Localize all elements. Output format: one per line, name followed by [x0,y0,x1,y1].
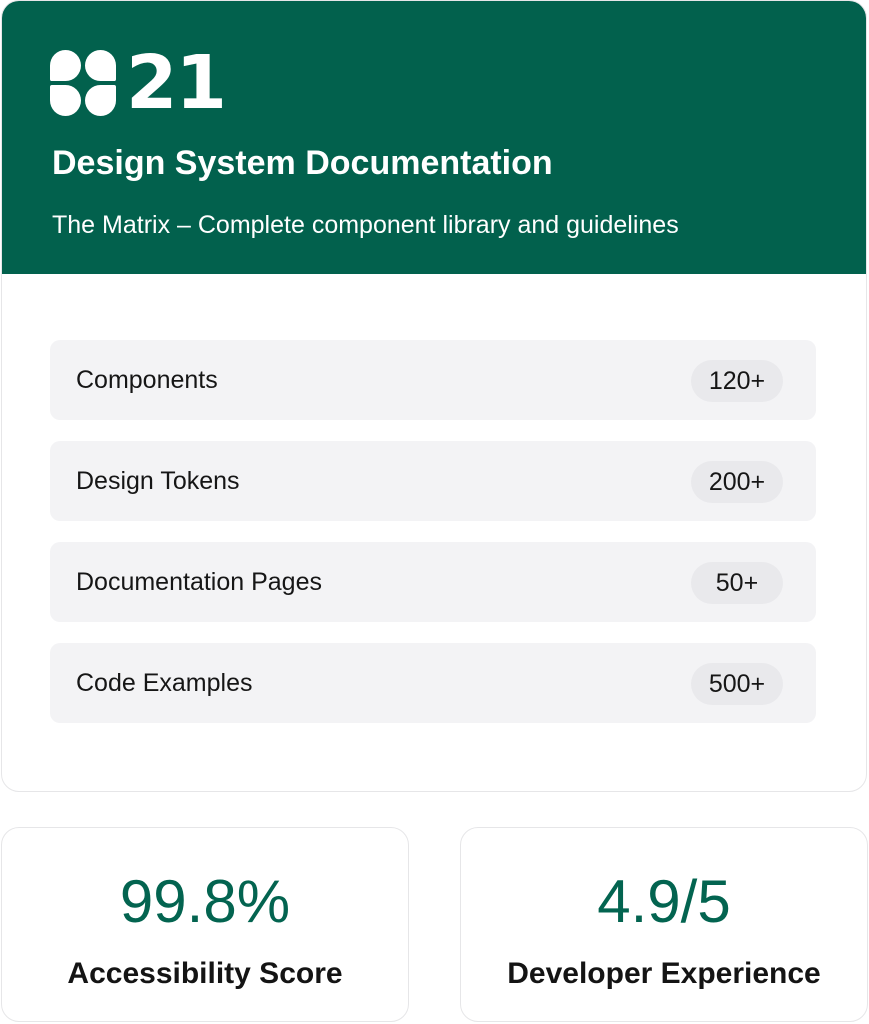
metric-label: Developer Experience [507,957,821,990]
stat-label: Documentation Pages [76,568,322,596]
stat-count-badge: 500+ [691,663,783,705]
documentation-card: 21 Design System Documentation The Matri… [1,0,867,792]
stat-label: Code Examples [76,669,253,697]
stat-row-design-tokens: Design Tokens 200+ [50,441,816,521]
stat-count-badge: 120+ [691,360,783,402]
metric-label: Accessibility Score [67,957,343,990]
metric-card-developer-experience: 4.9/5 Developer Experience [460,827,868,1022]
metric-value: 99.8% [119,868,291,935]
stat-label: Design Tokens [76,467,240,495]
stat-row-documentation-pages: Documentation Pages 50+ [50,542,816,622]
brand-logo: 21 [50,40,227,126]
page-title: Design System Documentation [52,144,553,182]
stat-label: Components [76,366,218,394]
logo-number: 21 [126,40,227,126]
page-subtitle: The Matrix – Complete component library … [52,211,679,239]
stat-count-badge: 200+ [691,461,783,503]
card-header: 21 Design System Documentation The Matri… [2,1,866,274]
stat-row-code-examples: Code Examples 500+ [50,643,816,723]
metric-card-accessibility: 99.8% Accessibility Score [1,827,409,1022]
metric-value: 4.9/5 [597,868,731,935]
stat-count-badge: 50+ [691,562,783,604]
stat-row-components: Components 120+ [50,340,816,420]
four-petal-grid-icon [50,50,116,116]
